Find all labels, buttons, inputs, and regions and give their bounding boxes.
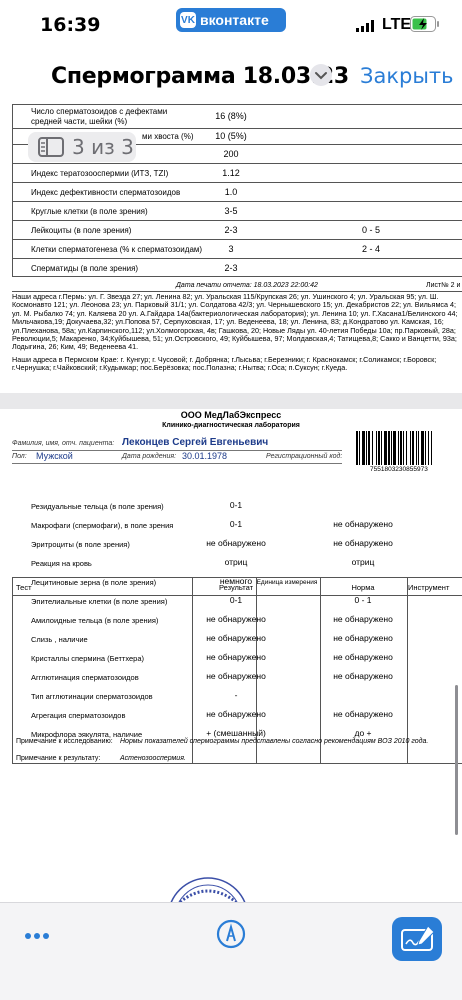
- table-row: Тип агглютинации сперматозоидов -: [12, 687, 462, 706]
- test-name: Лецитиновые зерна (в поле зрения): [31, 578, 157, 587]
- barcode-number: 7551803230855973: [370, 466, 428, 473]
- battery-charging-icon: [410, 16, 439, 32]
- test-result: не обнаружено: [206, 614, 266, 624]
- scroll-indicator[interactable]: [455, 685, 458, 835]
- test-name: Амилоидные тельца (в поле зрения): [31, 616, 159, 625]
- test-result: 0-1: [229, 519, 243, 529]
- sex-value: Мужской: [36, 451, 73, 461]
- test-name: Эритроциты (в поле зрения): [31, 540, 130, 549]
- status-bar: 16:39 VK вконтакте LTE: [0, 0, 462, 50]
- test-name: Агрегация сперматозоидов: [31, 711, 126, 720]
- addresses-region: Наши адреса в Пермском Крае: г. Кунгур; …: [12, 355, 437, 373]
- clock: 16:39: [40, 14, 101, 36]
- test-norm: не обнаружено: [333, 519, 393, 529]
- sidebar-icon: [38, 137, 64, 157]
- test-result: 0-1: [229, 595, 243, 605]
- note-study-text: Нормы показателей спермограммы представл…: [120, 738, 429, 745]
- reg-code-label: Регистрационный код:: [266, 453, 343, 460]
- table-row: Индекс тератозооспермии (ИТЗ, TZI) 1.12: [12, 163, 462, 182]
- app-name: вконтакте: [200, 12, 269, 28]
- test-name: Резидуальные тельца (в поле зрения): [31, 502, 164, 511]
- addresses-perm: Наши адреса г.Пермь: ул. Г. Звезда 27; у…: [12, 292, 458, 352]
- lab-subtitle: Клинико-диагностическая лаборатория: [162, 422, 300, 429]
- test-norm: не обнаружено: [333, 614, 393, 624]
- note-result-label: Примечание к результату:: [16, 755, 101, 762]
- test-result: не обнаружено: [206, 709, 266, 719]
- back-to-app-button[interactable]: VK вконтакте: [176, 8, 286, 32]
- navigation-bar: Спермограмма 18.03.23 Закрыть: [0, 52, 462, 102]
- signature-button[interactable]: [392, 917, 442, 961]
- vk-logo-icon: VK: [180, 12, 196, 28]
- sex-label: Пол:: [12, 453, 27, 460]
- sheet-number: Лист№ 2 и: [426, 282, 461, 289]
- test-result: не обнаружено: [206, 538, 266, 548]
- test-result: -: [234, 690, 238, 700]
- test-result: не обнаружено: [206, 633, 266, 643]
- page-indicator-label: 3 из 3: [72, 135, 134, 159]
- test-norm: до +: [354, 728, 372, 738]
- test-norm: 0 - 1: [354, 595, 372, 605]
- test-norm: не обнаружено: [333, 538, 393, 548]
- page-separator: [0, 393, 462, 409]
- document-title[interactable]: Спермограмма 18.03.23: [51, 64, 349, 89]
- test-name: Реакция на кровь: [31, 559, 92, 568]
- lab-company-name: ООО МедЛабЭкспресс: [180, 410, 282, 420]
- stamp-icon: [170, 877, 246, 902]
- test-name: Макрофаги (спермофаги), в поле зрения: [31, 521, 174, 530]
- chevron-down-icon: [315, 72, 327, 80]
- document-viewer[interactable]: Число сперматозоидов с дефектами средней…: [0, 100, 462, 902]
- barcode: [356, 431, 432, 465]
- test-name: Эпителиальные клетки (в поле зрения): [31, 597, 168, 606]
- table-row: Агглютинация сперматозоидов не обнаружено…: [12, 668, 462, 687]
- table-row: Индекс дефективности сперматозоидов 1.0: [12, 182, 462, 201]
- table-row: Резидуальные тельца (в поле зрения) 0-1: [12, 497, 462, 516]
- test-name: Тип агглютинации сперматозоидов: [31, 692, 153, 701]
- table-row: Клетки сперматогенеза (% к сперматозоида…: [12, 239, 462, 258]
- print-date: Дата печати отчета: 18.03.2023 22:00:42: [176, 282, 318, 289]
- test-norm: не обнаружено: [333, 652, 393, 662]
- title-menu-button[interactable]: [310, 64, 332, 86]
- table-row: Эритроциты (в поле зрения) не обнаружено н…: [12, 535, 462, 554]
- dob-label: Дата рождения:: [122, 453, 177, 460]
- table-row: Лейкоциты (в поле зрения) 2-3 0 - 5: [12, 220, 462, 239]
- table-row: Кристаллы спермина (Беттхера) не обнаруже…: [12, 649, 462, 668]
- test-name: Кристаллы спермина (Беттхера): [31, 654, 145, 663]
- test-name: Слизь , наличие: [31, 635, 88, 644]
- table-row: Макрофаги (спермофаги), в поле зрения 0-1…: [12, 516, 462, 535]
- test-name: Агглютинация сперматозоидов: [31, 673, 139, 682]
- table-row: Круглые клетки (в поле зрения) 3-5: [12, 201, 462, 220]
- table-row: Слизь , наличие не обнаружено не обнаружен…: [12, 630, 462, 649]
- cellular-signal-icon: [356, 20, 374, 32]
- table-row: Агрегация сперматозоидов не обнаружено не …: [12, 706, 462, 725]
- markup-pen-icon[interactable]: [216, 919, 246, 949]
- table-row: Сперматиды (в поле зрения) 2-3: [12, 258, 462, 277]
- note-study-label: Примечание к исследованию:: [16, 738, 113, 745]
- table-row: Реакция на кровь отриц отриц: [12, 554, 462, 573]
- table-row: Амилоидные тельца (в поле зрения) не обна…: [12, 611, 462, 630]
- note-result-text: Астенозооспермия.: [120, 755, 186, 762]
- table-row: Эпителиальные клетки (в поле зрения) 0-1 0…: [12, 592, 462, 611]
- table-row: Число сперматозоидов с дефектами средней…: [12, 104, 462, 128]
- dob-value: 30.01.1978: [182, 451, 228, 461]
- test-norm: не обнаружено: [333, 709, 393, 719]
- test-result: отриц: [224, 557, 248, 567]
- close-button[interactable]: Закрыть: [360, 64, 454, 88]
- test-norm: не обнаружено: [333, 633, 393, 643]
- test-result: + (смешанный): [206, 728, 266, 738]
- patient-label: Фамилия, имя, отч. пациента:: [12, 440, 115, 447]
- test-norm: отриц: [351, 557, 375, 567]
- test-norm: не обнаружено: [333, 671, 393, 681]
- bottom-toolbar: [0, 902, 462, 1000]
- table-row: Лецитиновые зерна (в поле зрения) немного: [12, 573, 462, 592]
- page-indicator: 3 из 3: [28, 132, 136, 162]
- test-result: немного: [219, 576, 253, 586]
- signature-icon: [401, 925, 435, 951]
- network-type: LTE: [382, 16, 412, 33]
- test-result: не обнаружено: [206, 671, 266, 681]
- patient-name: Леконцев Сергей Евгеньевич: [122, 437, 269, 448]
- test-result: не обнаружено: [206, 652, 266, 662]
- more-icon[interactable]: [24, 931, 50, 941]
- test-result: 0-1: [229, 500, 243, 510]
